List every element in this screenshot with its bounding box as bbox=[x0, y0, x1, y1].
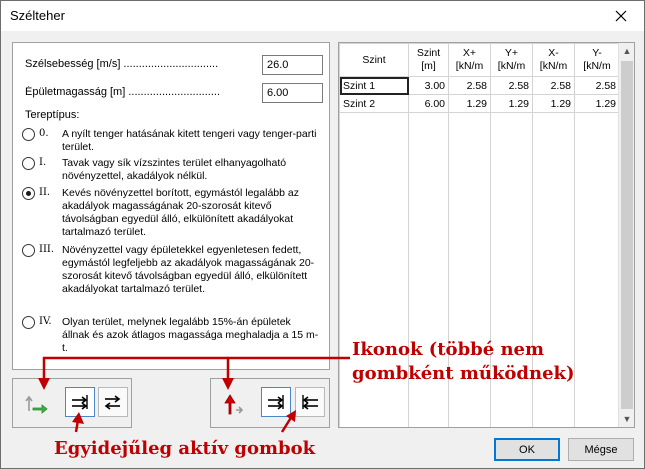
left-button-group bbox=[12, 378, 132, 428]
terrain-option-2[interactable]: II. Kevés növényzettel borított, egymást… bbox=[22, 186, 322, 240]
terrain-option-4[interactable]: IV. Olyan terület, melynek legalább 15%-… bbox=[22, 315, 322, 357]
cancel-button[interactable]: Mégse bbox=[568, 438, 634, 461]
table-cell[interactable]: 1.29 bbox=[532, 94, 575, 113]
table-cell[interactable]: 2.58 bbox=[448, 76, 491, 95]
table-cell[interactable]: 1.29 bbox=[574, 94, 620, 113]
terrain-option-0[interactable]: 0. A nyílt tenger hatásának kitett tenge… bbox=[22, 127, 322, 155]
vertical-scrollbar[interactable]: ▲ ▼ bbox=[618, 43, 634, 427]
building-height-label: Épületmagasság [m] .....................… bbox=[25, 86, 221, 98]
table-cell[interactable]: 1.29 bbox=[448, 94, 491, 113]
wind-speed-label: Szélsebesség [m/s] .....................… bbox=[25, 58, 219, 70]
terrain-text: Olyan terület, melynek legalább 15%-án é… bbox=[62, 316, 319, 354]
table-cell[interactable]: 2.58 bbox=[532, 76, 575, 95]
radio-2[interactable] bbox=[22, 187, 35, 200]
radio-4[interactable] bbox=[22, 316, 35, 329]
scroll-down-icon[interactable]: ▼ bbox=[619, 411, 634, 427]
table-cell[interactable]: Szint 1 bbox=[339, 76, 409, 95]
terrain-type-label: Tereptípus: bbox=[25, 109, 80, 121]
radio-0[interactable] bbox=[22, 128, 35, 141]
terrain-option-1[interactable]: I. Tavak vagy sík vízszintes terület elh… bbox=[22, 156, 322, 184]
terrain-key: II. bbox=[39, 187, 51, 198]
terrain-key: 0. bbox=[39, 128, 49, 139]
annotation-icons-line2: gombként működnek) bbox=[352, 363, 575, 384]
parameters-panel: Szélsebesség [m/s] .....................… bbox=[12, 42, 330, 370]
terrain-text: A nyílt tenger hatásának kitett tengeri … bbox=[62, 128, 317, 153]
annotation-icons-line1: Ikonok (többé nem bbox=[352, 339, 545, 360]
wind-speed-row: Szélsebesség [m/s] .....................… bbox=[25, 55, 323, 75]
scroll-up-icon[interactable]: ▲ bbox=[619, 43, 634, 59]
red-arrow-icon bbox=[217, 389, 247, 419]
close-button[interactable] bbox=[598, 1, 644, 31]
annotation-active-buttons: Egyidejűleg aktív gombok bbox=[54, 438, 316, 459]
terrain-text: Tavak vagy sík vízszintes terület elhany… bbox=[62, 157, 287, 182]
terrain-text: Növényzettel vagy épületekkel egyenletes… bbox=[62, 244, 315, 295]
building-height-row: Épületmagasság [m] .....................… bbox=[25, 83, 323, 103]
arrow-right-icon bbox=[268, 395, 284, 410]
arrow-mixed-icon bbox=[104, 395, 121, 410]
terrain-key: IV. bbox=[39, 316, 52, 327]
right-button-group bbox=[210, 378, 330, 428]
window-title: Szélteher bbox=[10, 8, 65, 23]
table-cell[interactable]: 6.00 bbox=[408, 94, 449, 113]
table-row[interactable]: Szint 1 3.00 2.58 2.58 2.58 2.58 bbox=[339, 76, 620, 95]
col-header-xplus: X+ [kN/m bbox=[448, 43, 491, 77]
green-arrow-icon bbox=[21, 389, 51, 419]
ok-button[interactable]: OK bbox=[494, 438, 560, 461]
table-cell[interactable]: 1.29 bbox=[490, 94, 533, 113]
direction-left-button[interactable] bbox=[295, 387, 325, 417]
direction-right-button[interactable] bbox=[65, 387, 95, 417]
table-row[interactable]: Szint 2 6.00 1.29 1.29 1.29 1.29 bbox=[339, 94, 620, 113]
terrain-key: I. bbox=[39, 157, 47, 168]
radio-1[interactable] bbox=[22, 157, 35, 170]
table-cell[interactable]: 3.00 bbox=[408, 76, 449, 95]
col-header-yplus: Y+ [kN/m bbox=[490, 43, 533, 77]
direction-mixed-button[interactable] bbox=[98, 387, 128, 417]
table-cell[interactable]: 2.58 bbox=[574, 76, 620, 95]
col-header-level: Szint bbox=[339, 43, 409, 77]
close-icon bbox=[615, 10, 627, 22]
arrow-right-icon bbox=[72, 395, 88, 410]
radio-3[interactable] bbox=[22, 244, 35, 257]
building-height-input[interactable] bbox=[262, 83, 323, 103]
table-cell[interactable]: Szint 2 bbox=[339, 94, 409, 113]
col-header-height: Szint [m] bbox=[408, 43, 449, 77]
table-cell[interactable]: 2.58 bbox=[490, 76, 533, 95]
title-bar: Szélteher bbox=[1, 1, 644, 31]
terrain-option-3[interactable]: III. Növényzettel vagy épületekkel egyen… bbox=[22, 243, 322, 311]
terrain-key: III. bbox=[39, 244, 55, 255]
terrain-text: Kevés növényzettel borított, egymástól l… bbox=[62, 187, 299, 238]
col-header-xminus: X- [kN/m bbox=[532, 43, 575, 77]
dialog-window: Szélteher Szélsebesség [m/s] ...........… bbox=[0, 0, 645, 469]
wind-speed-input[interactable] bbox=[262, 55, 323, 75]
col-header-yminus: Y- [kN/m bbox=[574, 43, 620, 77]
scroll-thumb[interactable] bbox=[621, 61, 633, 409]
direction-right-button-2[interactable] bbox=[261, 387, 291, 417]
arrow-left-icon bbox=[302, 395, 318, 410]
